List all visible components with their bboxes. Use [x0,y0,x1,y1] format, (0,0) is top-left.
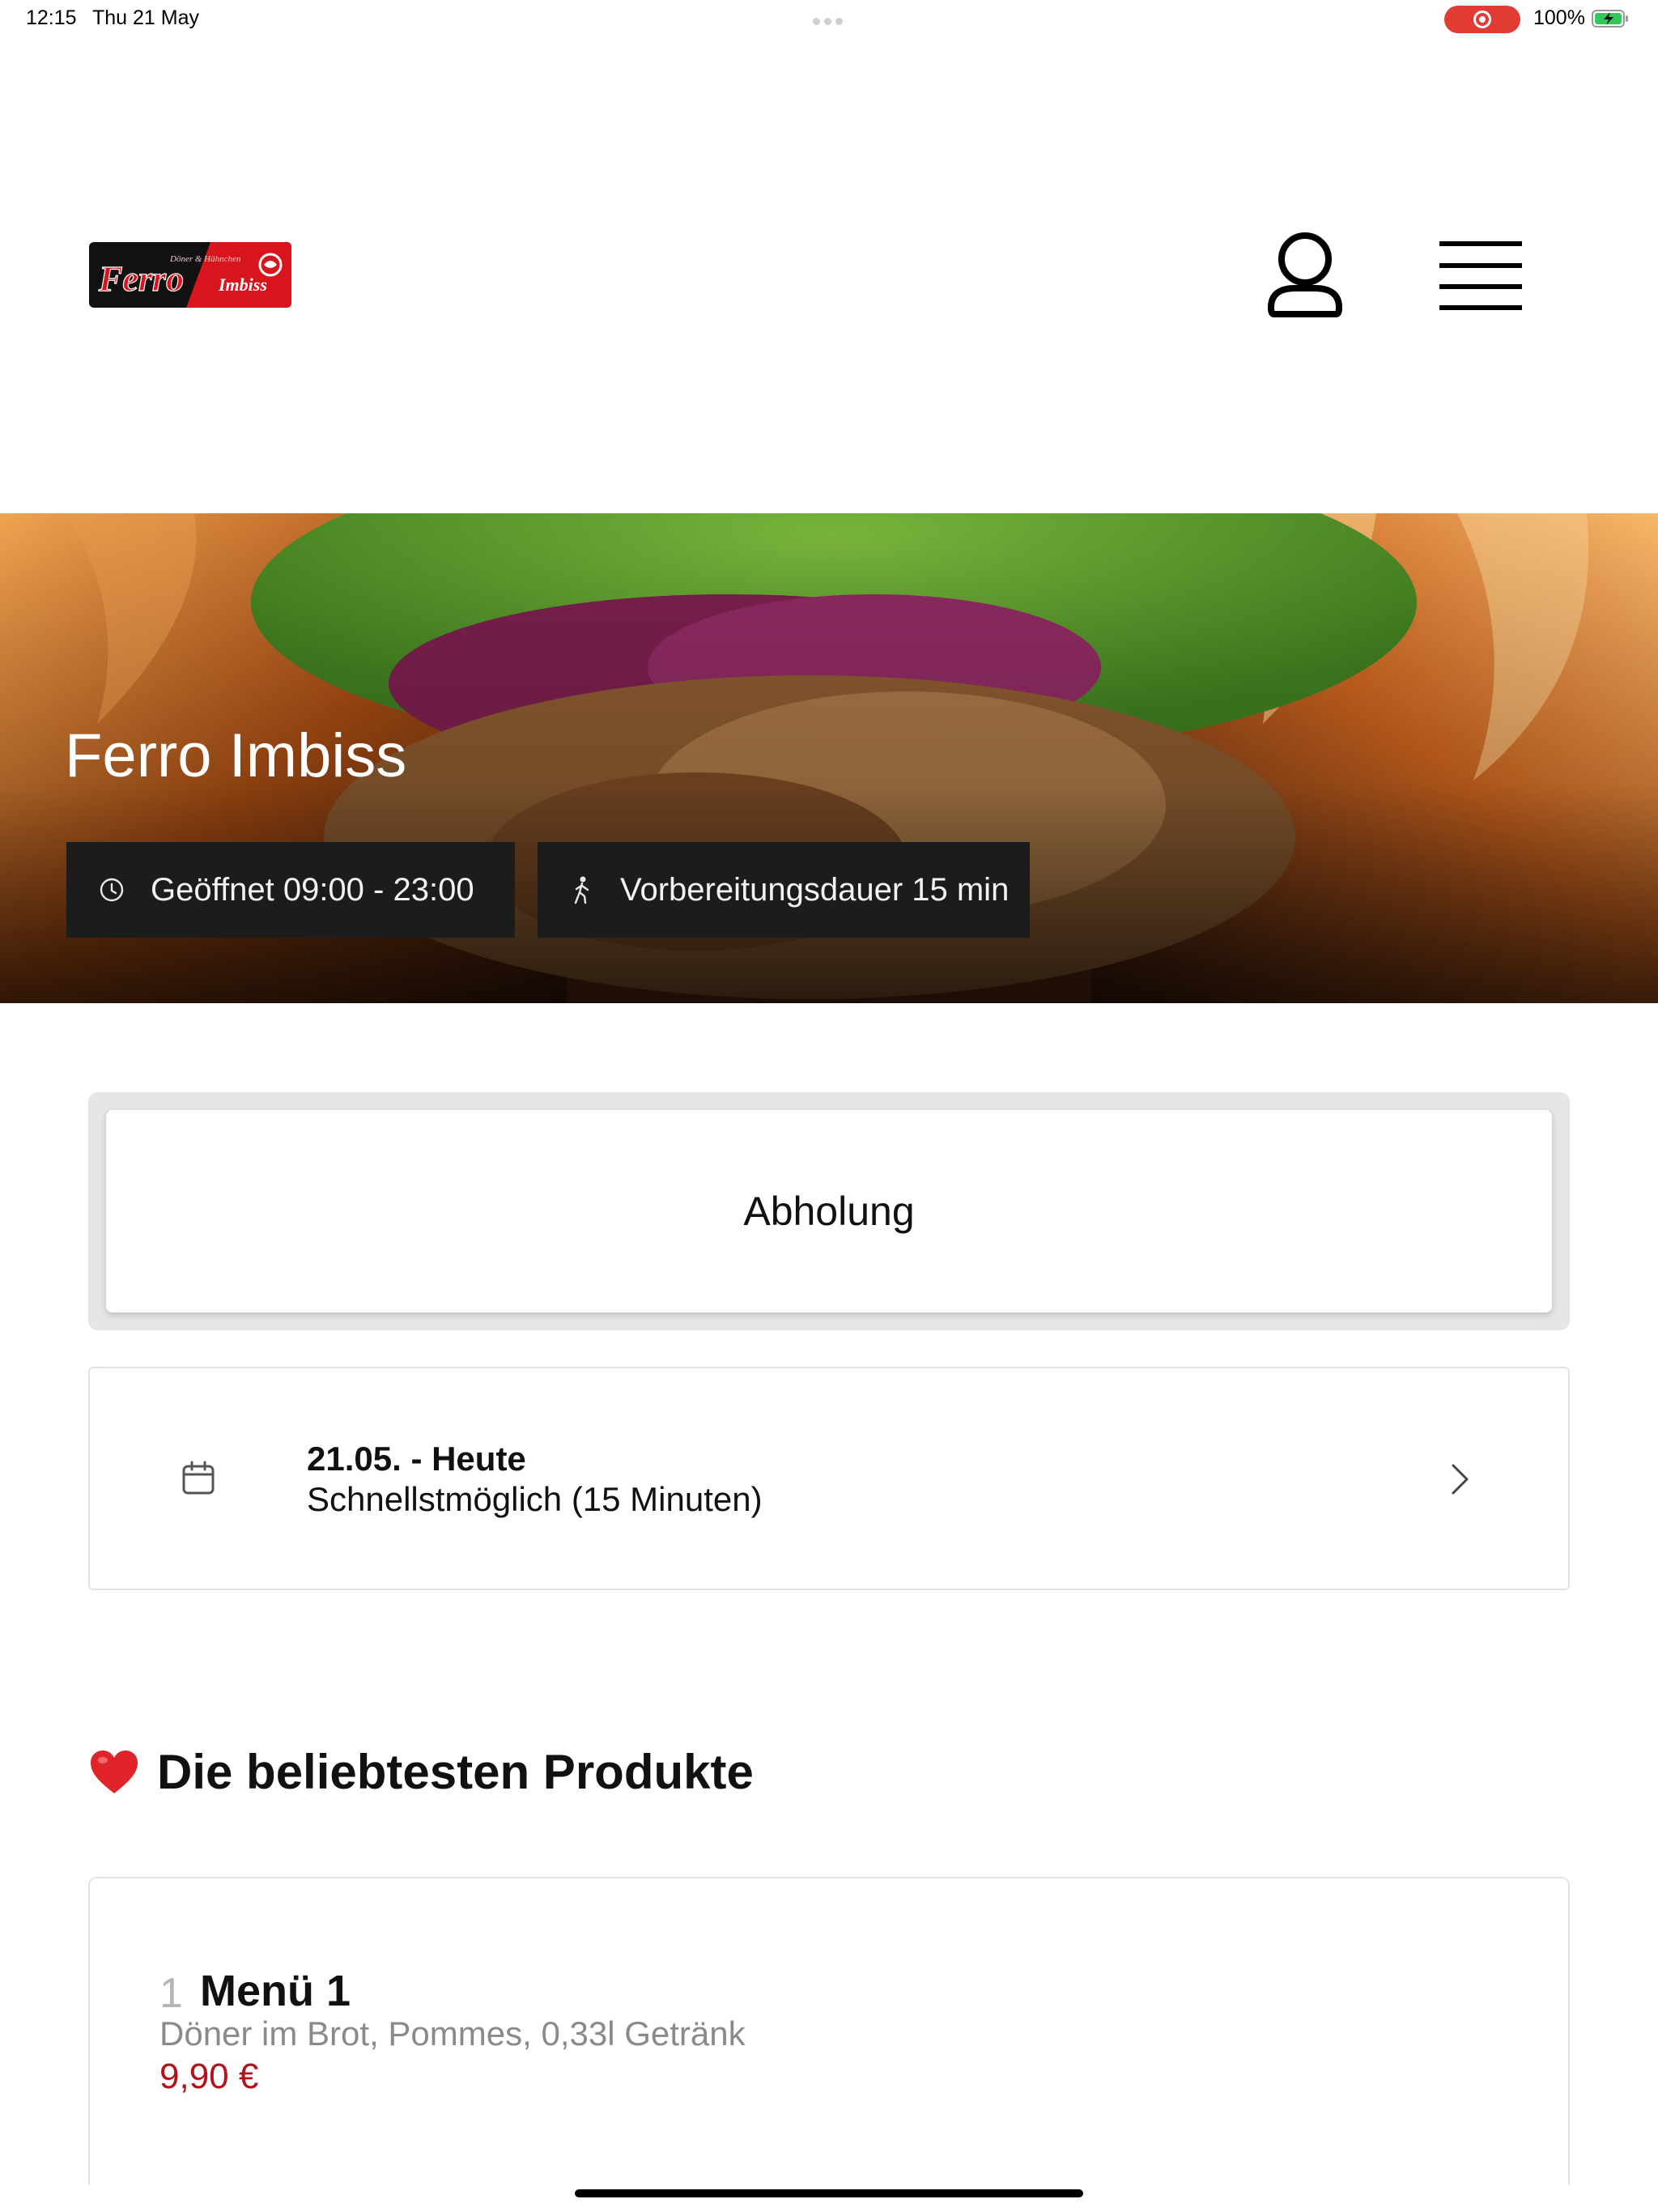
record-icon [1473,11,1491,28]
pickup-time: Schnellstmöglich (15 Minuten) [307,1480,763,1518]
hamburger-menu-icon[interactable] [1439,240,1522,311]
opening-hours-badge: Geöffnet 09:00 - 23:00 [66,842,515,938]
pickup-option-button[interactable]: Abholung [106,1110,1552,1312]
opening-hours-text: Geöffnet 09:00 - 23:00 [151,871,474,908]
screen-recording-indicator[interactable] [1444,6,1520,33]
status-time: 12:15 [26,6,77,29]
product-card[interactable]: 1 Menü 1 Döner im Brot, Pommes, 0,33l Ge… [88,1877,1570,2184]
pickup-date: 21.05. - Heute [307,1440,526,1478]
pickup-time-selector[interactable]: 21.05. - Heute Schnellstmöglich (15 Minu… [88,1367,1570,1590]
battery-percentage: 100% [1533,6,1585,29]
user-icon[interactable] [1268,230,1342,321]
preparation-time-text: Vorbereitungsdauer 15 min [620,871,1010,908]
popular-products-title: Die beliebtesten Produkte [157,1745,754,1799]
logo-sub-text: Imbiss [218,274,267,295]
multitasking-dots[interactable] [813,15,847,25]
clock-icon [100,878,124,902]
calendar-icon [182,1461,215,1495]
logo-main-text: Ferro [98,259,184,299]
ferro-imbiss-logo[interactable]: Döner & Hähnchen Ferro Imbiss [89,242,291,308]
battery-charging-icon [1592,10,1628,28]
restaurant-name: Ferro Imbiss [65,721,407,790]
preparation-time-badge: Vorbereitungsdauer 15 min [538,842,1030,938]
heart-icon [91,1750,138,1793]
popular-products-heading: Die beliebtesten Produkte [89,1744,754,1800]
product-name: Menü 1 [200,1967,351,2015]
product-price: 9,90 € [159,2057,259,2096]
chevron-right-icon [1452,1464,1469,1495]
status-bar: 12:15 Thu 21 May 100% [0,0,1658,39]
hero-banner: Ferro Imbiss Geöffnet 09:00 - 23:00 Vorb… [0,513,1658,1003]
order-mode-selector: Abholung [88,1092,1570,1330]
status-date: Thu 21 May [92,6,200,29]
home-indicator[interactable] [575,2189,1083,2197]
product-description: Döner im Brot, Pommes, 0,33l Getränk [159,2014,746,2052]
product-rank: 1 [159,1970,183,2017]
walking-person-icon [574,876,589,904]
